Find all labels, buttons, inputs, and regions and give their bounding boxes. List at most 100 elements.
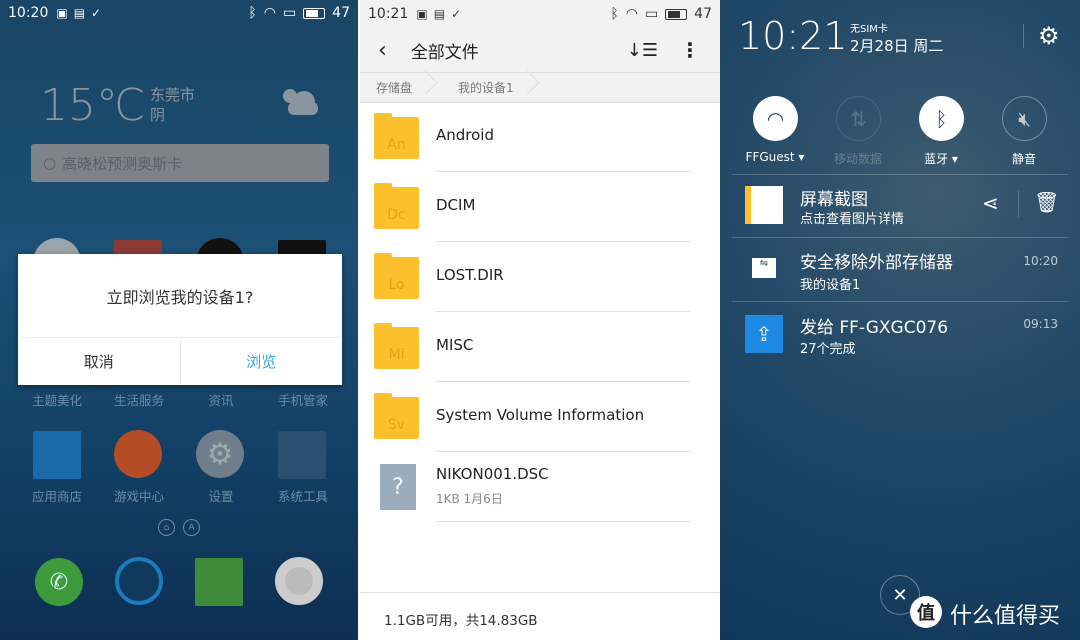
app-label[interactable]: 系统工具 <box>263 486 343 505</box>
unknown-file-icon: ? <box>380 464 416 510</box>
usb-icon: ▤ <box>433 7 446 21</box>
messages-icon[interactable] <box>195 558 243 606</box>
status-bar: 10:21 ▣ ▤ ✓ ᛒ ◠ ▭ 47 <box>360 0 720 28</box>
notification-subtitle: 27个完成 <box>800 342 856 357</box>
app-label[interactable]: 游戏中心 <box>99 486 179 505</box>
browser-compass-icon[interactable] <box>115 557 163 605</box>
status-time: 10:21 <box>368 6 409 22</box>
file-name: DCIM <box>436 196 476 214</box>
folder-abbr: Dc <box>387 207 406 223</box>
battery-level: 47 <box>332 5 350 21</box>
weather-temp[interactable]: 15℃ <box>40 80 145 131</box>
toggle-label: 移动数据 <box>833 152 882 166</box>
share-icon[interactable]: ⋖ <box>982 191 999 215</box>
notification-transfer[interactable]: ⇪ 发给 FF-GXGC076 27个完成 09:13 <box>720 302 1080 365</box>
app-label[interactable]: 设置 <box>181 486 261 505</box>
check-icon: ✓ <box>91 6 102 20</box>
search-input[interactable]: ○ 高晓松预测奥斯卡 <box>31 144 329 182</box>
mobile-data-toggle[interactable]: ⇅ <box>836 96 881 141</box>
file-name: System Volume Information <box>436 406 645 424</box>
file-row[interactable]: Dc DCIM <box>360 172 720 242</box>
toggle-label: 静音 <box>1011 152 1036 166</box>
notification-screenshot[interactable]: 屏幕截图 点击查看图片详情 ⋖ 🗑︎ <box>720 175 1080 237</box>
notification-subtitle: 我的设备1 <box>800 278 861 293</box>
bluetooth-icon: ᛒ <box>610 6 619 22</box>
folder-icon: Sv <box>374 393 419 439</box>
upload-icon: ⇪ <box>745 315 783 353</box>
wifi-icon: ◠ <box>625 6 638 22</box>
folder-abbr: Mi <box>388 347 405 363</box>
settings-gear-icon[interactable]: ⚙ <box>1038 22 1060 50</box>
browse-device-dialog: 立即浏览我的设备1? 取消 浏览 <box>18 254 342 385</box>
bluetooth-icon: ᛒ <box>935 106 948 131</box>
notification-shade: 10:21 无SIM卡 2月28日 周二 ⚙ ◠ ⇅ ᛒ 🔇︎ FFGuest … <box>720 0 1080 640</box>
file-name: MISC <box>436 336 474 354</box>
mute-toggle[interactable]: 🔇︎ <box>1002 96 1047 141</box>
folder-icon: Mi <box>374 323 419 369</box>
speaker-mute-icon: 🔇︎ <box>1018 106 1031 131</box>
screenshot-thumbnail <box>745 186 783 224</box>
dialog-message: 立即浏览我的设备1? <box>106 288 254 307</box>
storage-info: 1.1GB可用，共14.83GB <box>360 592 720 640</box>
app-label[interactable]: 手机管家 <box>263 390 343 409</box>
notification-time: 09:13 <box>1023 317 1058 331</box>
app-label[interactable]: 资讯 <box>181 390 261 409</box>
game-center-icon[interactable] <box>114 430 162 478</box>
wifi-toggle[interactable]: ◠ <box>753 96 798 141</box>
trash-icon[interactable]: 🗑︎ <box>1034 190 1059 214</box>
breadcrumb-item[interactable]: 我的设备1 <box>428 79 530 96</box>
phone-icon[interactable]: ✆ <box>35 558 83 606</box>
app-label[interactable]: 应用商店 <box>17 486 97 505</box>
search-icon: ○ <box>43 154 57 172</box>
camera-icon[interactable] <box>275 557 323 605</box>
back-icon[interactable]: ‹ <box>378 38 387 63</box>
file-meta: 1KB 1月6日 <box>436 492 503 506</box>
browse-button[interactable]: 浏览 <box>181 338 343 385</box>
sim-icon: ▭ <box>282 5 297 21</box>
image-icon: ▣ <box>416 7 428 21</box>
toggle-label[interactable]: FFGuest ▾ <box>730 150 820 164</box>
home-screen: 10:20 ▣ ▤ ✓ ᛒ ◠ ▭ 47 15℃ 东莞市阴 ○ 高晓松预测奥斯卡 主题美化 … <box>0 0 358 640</box>
search-placeholder: 高晓松预测奥斯卡 <box>62 154 183 173</box>
app-label[interactable]: 主题美化 <box>17 390 97 409</box>
more-icon[interactable]: ⋮ <box>680 38 700 62</box>
file-name: NIKON001.DSC <box>436 465 549 483</box>
file-row[interactable]: An Android <box>360 102 720 172</box>
notification-eject-storage[interactable]: ⇋ 安全移除外部存储器 我的设备1 10:20 <box>720 238 1080 301</box>
cancel-button[interactable]: 取消 <box>18 338 181 385</box>
folder-icon: Lo <box>374 253 419 299</box>
toggle-label[interactable]: 蓝牙 ▾ <box>896 150 986 167</box>
file-row[interactable]: ? NIKON001.DSC 1KB 1月6日 <box>360 452 720 522</box>
wifi-icon: ◠ <box>766 106 785 131</box>
check-icon: ✓ <box>451 7 462 21</box>
settings-icon[interactable]: ⚙ <box>196 430 244 478</box>
weather-condition: 阴 <box>150 106 166 124</box>
file-row[interactable]: Sv System Volume Information <box>360 382 720 452</box>
folder-abbr: An <box>387 137 406 153</box>
date: 2月28日 周二 <box>850 37 944 55</box>
file-row[interactable]: Mi MISC <box>360 312 720 382</box>
home-page-dot[interactable]: ⌂ <box>158 519 175 536</box>
file-name: LOST.DIR <box>436 266 504 284</box>
app-store-icon[interactable] <box>33 431 81 479</box>
usb-icon: ▤ <box>73 6 86 20</box>
app-label[interactable]: 生活服务 <box>99 390 179 409</box>
watermark-logo: 什么值得买 <box>950 604 1061 629</box>
clock: 10:21 <box>738 14 848 58</box>
system-tools-icon[interactable] <box>278 431 326 479</box>
sort-icon[interactable]: ↓☰ <box>627 40 658 61</box>
breadcrumb-item[interactable]: 存储盘 <box>360 79 428 96</box>
notification-subtitle: 点击查看图片详情 <box>800 212 905 227</box>
status-time: 10:20 <box>8 5 49 21</box>
weather-location[interactable]: 东莞市阴 <box>150 85 195 125</box>
folder-icon: An <box>374 113 419 159</box>
notification-title: 发给 FF-GXGC076 <box>800 318 949 338</box>
notification-title: 安全移除外部存储器 <box>800 253 953 273</box>
weather-city: 东莞市 <box>150 86 196 104</box>
bluetooth-toggle[interactable]: ᛒ <box>919 96 964 141</box>
file-manager: 10:21 ▣ ▤ ✓ ᛒ ◠ ▭ 47 ‹ 全部文件 ↓☰ ⋮ 存储盘 我的设备1 An A… <box>360 0 720 640</box>
page-indicator[interactable]: ⌂ A <box>158 519 200 536</box>
all-apps-dot[interactable]: A <box>183 519 200 536</box>
sim-icon: ▭ <box>644 6 659 22</box>
file-row[interactable]: Lo LOST.DIR <box>360 242 720 312</box>
